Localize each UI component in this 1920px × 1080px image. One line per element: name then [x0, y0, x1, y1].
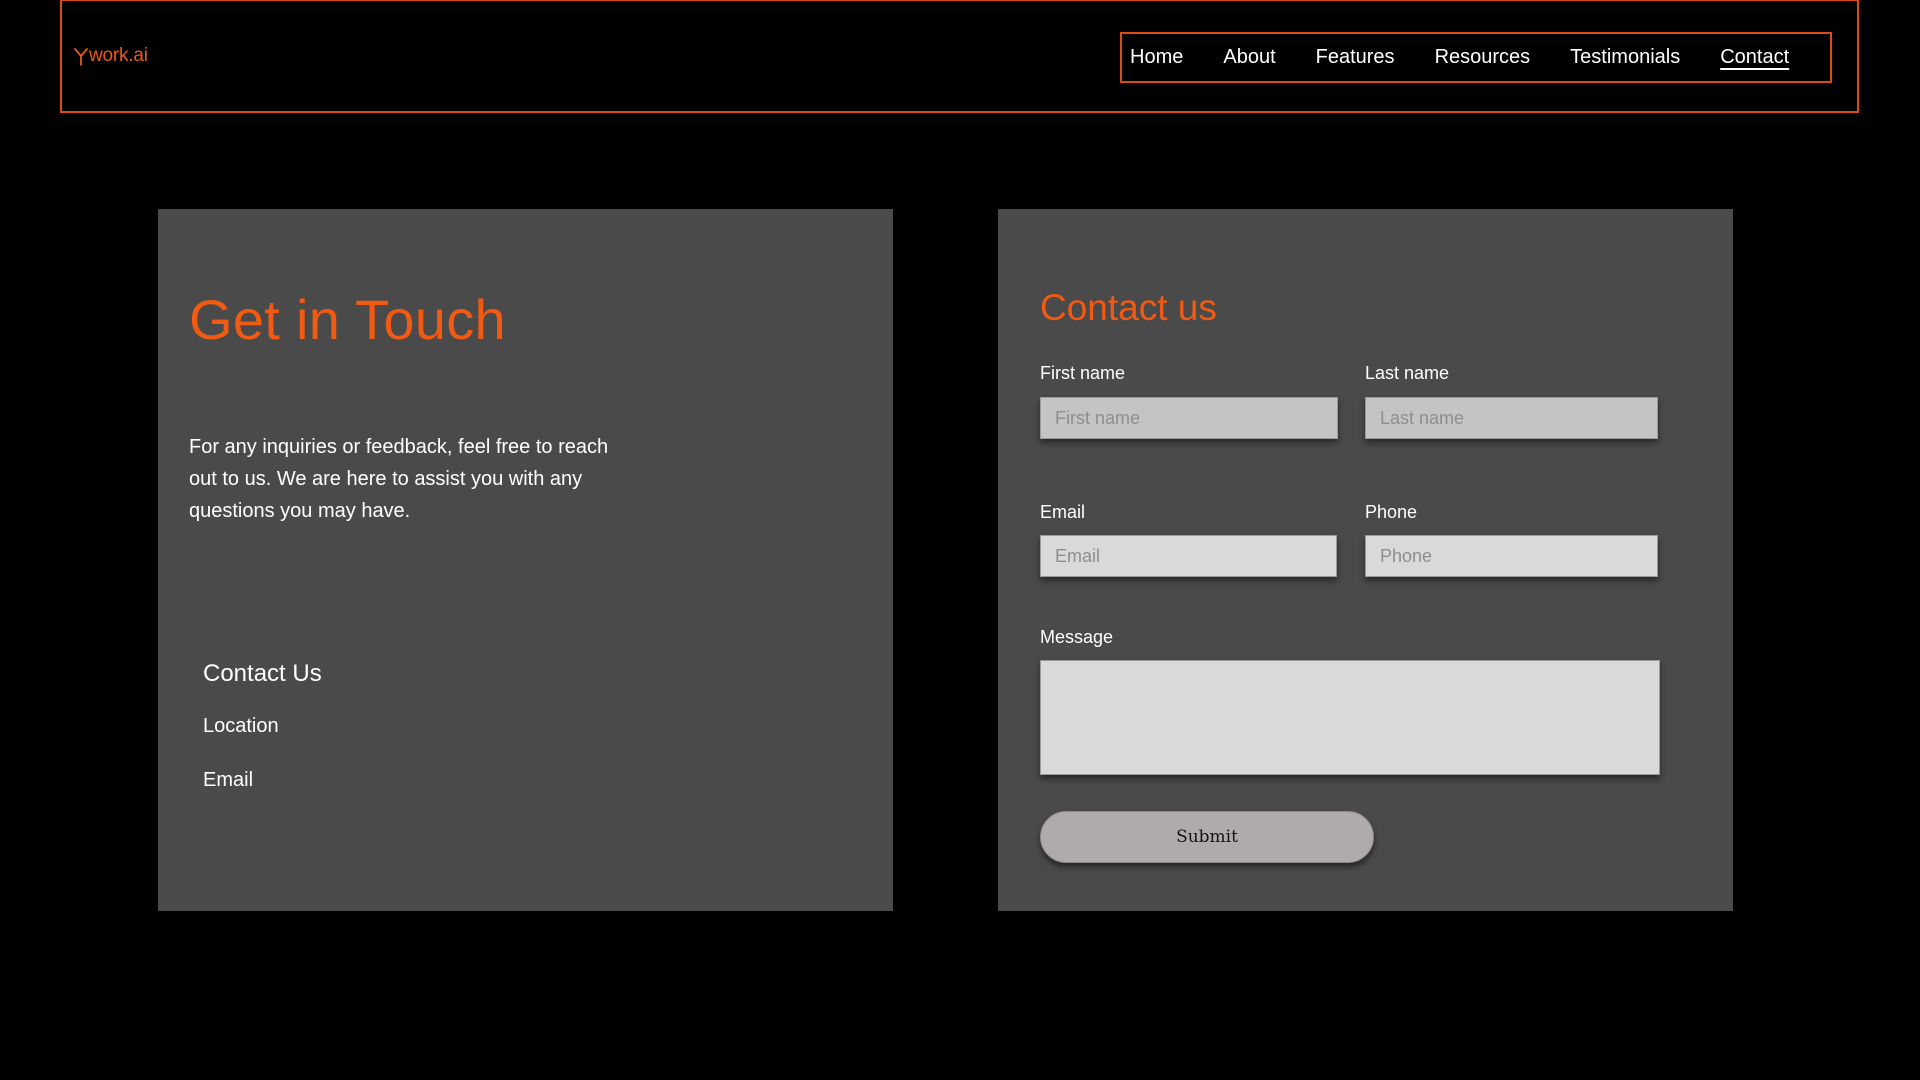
last-name-field[interactable] [1365, 397, 1658, 439]
nav-resources[interactable]: Resources [1435, 46, 1531, 69]
logo-text: work.ai [89, 45, 148, 66]
phone-field[interactable] [1365, 535, 1658, 577]
email-label: Email [203, 769, 254, 791]
page-title: Get in Touch [189, 288, 506, 351]
intro-text: For any inquiries or feedback, feel free… [189, 436, 609, 522]
contact-us-heading: Contact Us [203, 660, 322, 687]
nav-features[interactable]: Features [1316, 46, 1395, 69]
nav-testimonials[interactable]: Testimonials [1570, 46, 1680, 69]
location-label: Location [203, 715, 279, 737]
nav-about[interactable]: About [1223, 46, 1275, 69]
message-label: Message [1040, 627, 1114, 647]
email-field-label: Email [1040, 502, 1086, 522]
form-title: Contact us [1040, 287, 1217, 328]
nav-contact[interactable]: Contact [1720, 46, 1789, 69]
main-nav: Home About Features Resources Testimonia… [1120, 32, 1832, 83]
phone-label: Phone [1365, 502, 1418, 522]
nav-home[interactable]: Home [1130, 46, 1183, 69]
site-header: work.ai Home About Features Resources Te… [60, 0, 1859, 113]
submit-button[interactable]: Submit [1040, 811, 1374, 863]
first-name-label: First name [1040, 363, 1126, 383]
get-in-touch-card: Get in Touch For any inquiries or feedba… [158, 209, 893, 911]
message-field[interactable] [1040, 660, 1660, 775]
logo[interactable]: work.ai [74, 45, 148, 67]
logo-mark-icon [74, 48, 88, 66]
first-name-field[interactable] [1040, 397, 1338, 439]
last-name-label: Last name [1365, 363, 1450, 383]
contact-form-card: Contact us First name Last name Email Ph… [998, 209, 1733, 911]
email-field[interactable] [1040, 535, 1337, 577]
